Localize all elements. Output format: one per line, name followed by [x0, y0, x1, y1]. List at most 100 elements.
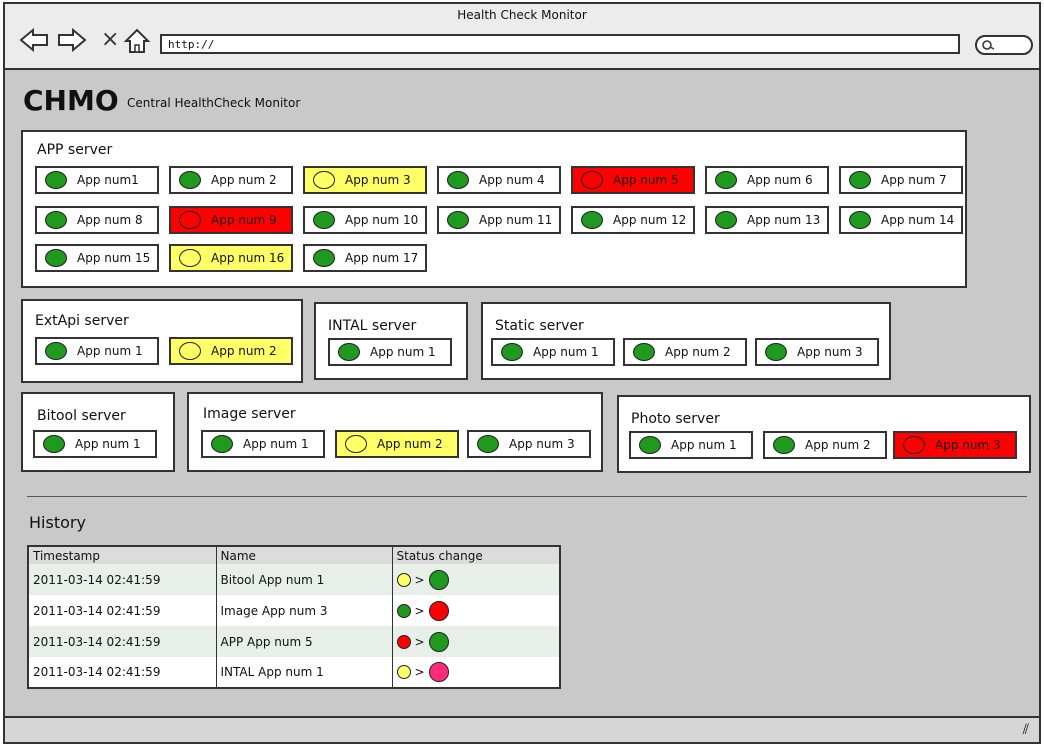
status-indicator-icon — [313, 249, 335, 267]
search-icon — [982, 40, 995, 50]
app-label: App num 3 — [935, 438, 1001, 452]
app-label: App num 2 — [377, 437, 443, 451]
status-indicator-icon — [501, 343, 523, 361]
app-status-tile[interactable]: App num 3 — [755, 338, 879, 366]
history-row[interactable]: 2011-03-14 02:41:59 Bitool App num 1 > — [28, 564, 560, 595]
app-status-tile[interactable]: App num 3 — [303, 166, 427, 194]
status-indicator-icon — [45, 211, 67, 229]
window-title: Health Check Monitor — [457, 8, 587, 22]
app-label: App num 15 — [77, 251, 151, 265]
app-status-tile[interactable]: App num 7 — [839, 166, 963, 194]
app-label: App num 2 — [805, 438, 871, 452]
app-label: App num 1 — [243, 437, 309, 451]
server-panel-photo: Photo server App num 1 App num 2 App num 3 — [617, 395, 1031, 473]
app-status-tile[interactable]: App num 6 — [705, 166, 829, 194]
app-label: App num 17 — [345, 251, 419, 265]
status-indicator-icon — [179, 249, 201, 267]
column-header-status-change[interactable]: Status change — [392, 546, 561, 564]
arrow-icon: > — [414, 603, 425, 618]
app-status-tile[interactable]: App num 4 — [437, 166, 561, 194]
browser-window: Health Check Monitor × http:// CHMO Cent… — [3, 2, 1041, 744]
status-indicator-icon — [849, 211, 871, 229]
app-label: App num 5 — [613, 173, 679, 187]
history-status-change: > — [392, 564, 560, 595]
history-timestamp: 2011-03-14 02:41:59 — [28, 657, 217, 688]
history-row[interactable]: 2011-03-14 02:41:59 Image App num 3 > — [28, 595, 560, 626]
app-status-tile[interactable]: App num 16 — [169, 244, 293, 272]
status-indicator-icon — [633, 343, 655, 361]
app-status-tile[interactable]: App num1 — [35, 166, 159, 194]
address-bar[interactable]: http:// — [160, 34, 960, 54]
app-status-tile[interactable]: App num 3 — [467, 430, 591, 458]
history-title: History — [29, 513, 86, 532]
status-to-icon — [428, 662, 449, 682]
app-label: App num 9 — [211, 213, 277, 227]
column-header-timestamp[interactable]: Timestamp — [28, 546, 217, 564]
history-row[interactable]: 2011-03-14 02:41:59 INTAL App num 1 > — [28, 657, 560, 688]
server-title: Image server — [203, 406, 296, 422]
status-indicator-icon — [581, 211, 603, 229]
app-status-tile[interactable]: App num 8 — [35, 206, 159, 234]
history-row[interactable]: 2011-03-14 02:41:59 APP App num 5 > — [28, 626, 560, 657]
status-to-icon — [428, 569, 449, 590]
app-status-tile[interactable]: App num 17 — [303, 244, 427, 272]
app-status-tile[interactable]: App num 10 — [303, 206, 427, 234]
arrow-icon: > — [414, 634, 425, 649]
app-status-tile[interactable]: App num 2 — [169, 337, 293, 365]
app-status-tile[interactable]: App num 1 — [33, 430, 157, 458]
app-status-tile[interactable]: App num 14 — [839, 206, 963, 234]
app-label: App num 3 — [345, 173, 411, 187]
app-status-tile[interactable]: App num 15 — [35, 244, 159, 272]
app-status-tile[interactable]: App num 3 — [893, 431, 1017, 459]
search-button[interactable] — [975, 35, 1033, 55]
status-indicator-icon — [179, 211, 201, 229]
app-label: App num 3 — [509, 437, 575, 451]
app-status-tile[interactable]: App num 2 — [335, 430, 459, 458]
app-status-tile[interactable]: App num 1 — [491, 338, 615, 366]
history-status-change: > — [392, 657, 560, 688]
history-status-change: > — [392, 626, 560, 657]
history-status-change: > — [392, 595, 560, 626]
app-status-tile[interactable]: App num 1 — [328, 338, 452, 366]
app-label: App num 12 — [613, 213, 687, 227]
status-indicator-icon — [639, 436, 661, 454]
home-icon[interactable] — [123, 28, 151, 54]
status-indicator-icon — [338, 343, 360, 361]
app-status-tile[interactable]: App num 1 — [629, 431, 753, 459]
app-status-tile[interactable]: App num 2 — [623, 338, 747, 366]
status-indicator-icon — [313, 211, 335, 229]
app-label: App num 7 — [881, 173, 947, 187]
history-name: Bitool App num 1 — [216, 564, 393, 595]
app-label: App num1 — [77, 173, 139, 187]
app-status-tile[interactable]: App num 5 — [571, 166, 695, 194]
status-to-icon — [428, 631, 449, 652]
app-status-tile[interactable]: App num 11 — [437, 206, 561, 234]
status-bar: ⫽ — [5, 716, 1039, 742]
status-from-icon — [396, 634, 411, 649]
server-title: APP server — [37, 142, 113, 158]
status-indicator-icon — [45, 249, 67, 267]
arrow-left-icon[interactable] — [19, 28, 49, 52]
arrow-right-icon[interactable] — [57, 28, 87, 52]
status-from-icon — [396, 603, 411, 618]
resize-grip-icon[interactable]: ⫽ — [1023, 722, 1029, 738]
app-status-tile[interactable]: App num 12 — [571, 206, 695, 234]
app-label: App num 8 — [77, 213, 143, 227]
app-status-tile[interactable]: App num 1 — [35, 337, 159, 365]
column-header-name[interactable]: Name — [216, 546, 393, 564]
status-from-icon — [396, 572, 411, 587]
section-divider — [27, 496, 1027, 497]
app-status-tile[interactable]: App num 2 — [763, 431, 887, 459]
status-to-icon — [428, 600, 449, 621]
app-status-tile[interactable]: App num 13 — [705, 206, 829, 234]
app-label: App num 1 — [671, 438, 737, 452]
stop-icon[interactable]: × — [101, 28, 119, 52]
arrow-icon: > — [414, 572, 425, 587]
app-status-tile[interactable]: App num 2 — [169, 166, 293, 194]
app-label: App num 14 — [881, 213, 955, 227]
app-label: App num 3 — [797, 345, 863, 359]
app-status-tile[interactable]: App num 9 — [169, 206, 293, 234]
status-indicator-icon — [903, 436, 925, 454]
history-name: APP App num 5 — [216, 626, 393, 657]
app-status-tile[interactable]: App num 1 — [201, 430, 325, 458]
